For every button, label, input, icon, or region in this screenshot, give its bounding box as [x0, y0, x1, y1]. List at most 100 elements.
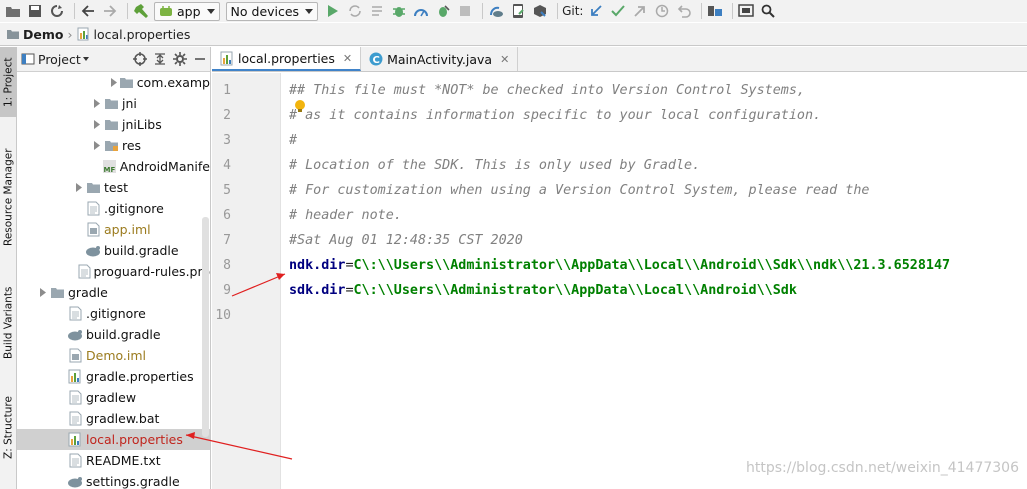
collapse-all-icon[interactable]: [150, 52, 170, 66]
tree-item[interactable]: com.examp: [17, 72, 210, 93]
expand-arrow-icon[interactable]: [109, 78, 119, 87]
locate-file-icon[interactable]: [130, 52, 150, 66]
tree-item[interactable]: Demo.iml: [17, 345, 210, 366]
line-number: 7: [223, 233, 231, 248]
code-line: #: [289, 128, 297, 153]
iml-icon: [67, 348, 83, 364]
apply-code-changes-icon[interactable]: [368, 2, 386, 20]
run-configuration-label: app: [177, 3, 201, 19]
text-icon: [67, 411, 83, 427]
project-view-selector[interactable]: Project: [21, 52, 89, 67]
tool-tab-resource-manager-label: Resource Manager: [2, 148, 15, 246]
folder-icon: [7, 30, 19, 39]
code-line: #Sat Aug 01 12:48:35 CST 2020: [289, 228, 523, 253]
expand-arrow-icon[interactable]: [91, 99, 103, 108]
tree-item[interactable]: jniLibs: [17, 114, 210, 135]
rollback-icon[interactable]: [675, 2, 693, 20]
open-folder-icon[interactable]: [4, 2, 22, 20]
breadcrumb-project[interactable]: Demo: [6, 27, 63, 42]
tree-item-label: .gitignore: [104, 201, 164, 216]
apply-changes-icon[interactable]: [346, 2, 364, 20]
tree-item[interactable]: jni: [17, 93, 210, 114]
expand-arrow-icon[interactable]: [91, 141, 103, 150]
sync-icon[interactable]: [48, 2, 66, 20]
debug-icon[interactable]: [390, 2, 408, 20]
breadcrumb-file[interactable]: local.properties: [76, 27, 190, 42]
tree-item[interactable]: proguard-rules.pro: [17, 261, 210, 282]
line-number: 3: [223, 133, 231, 148]
line-number: 8: [223, 258, 231, 273]
text-icon: [78, 264, 91, 280]
tree-item[interactable]: build.gradle: [17, 324, 210, 345]
code-line: # Location of the SDK. This is only used…: [289, 153, 700, 178]
breadcrumb-project-label: Demo: [23, 26, 64, 42]
tree-item[interactable]: gradle.properties: [17, 366, 210, 387]
expand-arrow-icon[interactable]: [91, 120, 103, 129]
tree-item[interactable]: test: [17, 177, 210, 198]
expand-arrow-icon[interactable]: [73, 183, 85, 192]
gear-icon[interactable]: [170, 52, 190, 66]
tree-item-label: gradle.properties: [86, 369, 194, 384]
save-icon[interactable]: [26, 2, 44, 20]
tree-item[interactable]: MF AndroidManife: [17, 156, 210, 177]
folder-icon: [85, 180, 101, 196]
device-select[interactable]: No devices: [225, 1, 319, 21]
tree-item[interactable]: settings.gradle: [17, 471, 210, 489]
project-panel-tools: [130, 52, 210, 66]
tree-item[interactable]: app.iml: [17, 219, 210, 240]
text-icon: [85, 201, 101, 217]
editor-tab-bar: local.properties ✕ C MainActivity.java ✕: [212, 47, 1027, 72]
line-number: 10: [215, 308, 231, 323]
tree-item-label: jni: [122, 96, 137, 111]
code-line: sdk.dir = C\:\\Users\\Administrator\\AppDa…: [289, 278, 797, 303]
run-configuration-select[interactable]: app: [154, 1, 220, 21]
git-push-icon[interactable]: [631, 2, 649, 20]
property-equals: =: [345, 258, 354, 273]
project-scrollbar[interactable]: [202, 217, 209, 437]
project-structure-icon[interactable]: [706, 2, 724, 20]
stop-icon[interactable]: [456, 2, 474, 20]
back-arrow-icon[interactable]: [79, 2, 97, 20]
property-key: ndk.dir: [289, 258, 346, 273]
avd-manager-icon[interactable]: [509, 2, 527, 20]
tree-item[interactable]: .gitignore: [17, 198, 210, 219]
tree-item-label: com.examp: [136, 75, 210, 90]
close-icon[interactable]: ✕: [500, 53, 509, 66]
editor-tab[interactable]: C MainActivity.java ✕: [361, 47, 519, 71]
tree-item[interactable]: build.gradle: [17, 240, 210, 261]
chevron-down-icon: [206, 8, 215, 14]
gradle-icon: [67, 474, 83, 489]
expand-arrow-icon[interactable]: [37, 288, 49, 297]
code-editor[interactable]: ## This file must *NOT* be checked into …: [282, 73, 1027, 489]
close-icon[interactable]: ✕: [343, 52, 352, 65]
attach-debugger-icon[interactable]: [434, 2, 452, 20]
tree-item[interactable]: gradlew: [17, 387, 210, 408]
hammer-build-icon[interactable]: [132, 2, 150, 20]
tree-item[interactable]: .gitignore: [17, 303, 210, 324]
profile-icon[interactable]: [412, 2, 430, 20]
editor-tab[interactable]: local.properties ✕: [212, 47, 362, 71]
tree-item[interactable]: gradle: [17, 282, 210, 303]
property-value: C\:\\Users\\Administrator\\AppData\\Loca…: [353, 258, 951, 273]
tree-item[interactable]: README.txt: [17, 450, 210, 471]
sdk-manager-icon[interactable]: [531, 2, 549, 20]
tree-item[interactable]: local.properties: [17, 429, 210, 450]
code-comment: # For customization when using a Version…: [289, 183, 870, 198]
svg-text:MF: MF: [103, 166, 115, 174]
hide-panel-icon[interactable]: [190, 53, 210, 65]
forward-arrow-icon[interactable]: [101, 2, 119, 20]
run-icon[interactable]: [324, 2, 342, 20]
sync-gradle-icon[interactable]: [487, 2, 505, 20]
project-tool-window: Project com.examp jni jniLibs res MF AndroidM…: [17, 47, 211, 489]
search-icon[interactable]: [759, 2, 777, 20]
git-commit-icon[interactable]: [609, 2, 627, 20]
project-tree: com.examp jni jniLibs res MF AndroidManife tes…: [17, 72, 210, 489]
presentation-mode-icon[interactable]: [737, 2, 755, 20]
lightbulb-icon[interactable]: [295, 100, 305, 112]
tree-item[interactable]: gradlew.bat: [17, 408, 210, 429]
tree-item[interactable]: res: [17, 135, 210, 156]
history-icon[interactable]: [653, 2, 671, 20]
toolbar-separator: [701, 3, 703, 19]
git-update-icon[interactable]: [587, 2, 605, 20]
chevron-right-icon: ›: [67, 26, 73, 42]
